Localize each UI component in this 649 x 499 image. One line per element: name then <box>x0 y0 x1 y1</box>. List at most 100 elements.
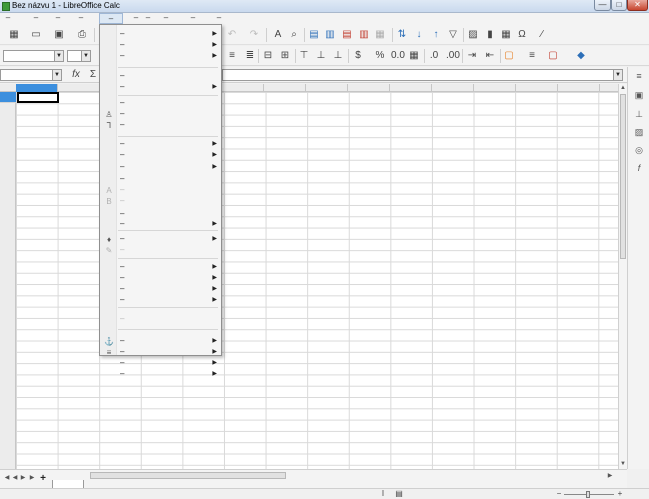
styles-icon[interactable]: ▣ <box>633 89 645 101</box>
decimal-remove-icon[interactable]: .00 <box>446 50 460 62</box>
undo-icon[interactable]: ↶ <box>226 29 238 41</box>
sort-ascending-icon[interactable]: ↓ <box>413 29 425 41</box>
align-left-icon[interactable]: ≡ <box>226 50 238 62</box>
format-menu-item[interactable]: – ▶ <box>100 273 221 284</box>
format-menu-item[interactable]: ✎ – <box>100 245 221 256</box>
date-icon[interactable]: ▦ <box>408 50 420 62</box>
maximize-button[interactable]: □ <box>611 0 627 11</box>
sort-icon[interactable]: ⇅ <box>396 29 408 41</box>
format-menu-item[interactable]: – <box>100 98 221 109</box>
percent-icon[interactable]: % <box>374 50 386 62</box>
format-menu-item[interactable]: – ▶ <box>100 139 221 150</box>
add-sheet-button[interactable]: + <box>39 474 47 484</box>
menu-data[interactable]: – <box>160 13 172 24</box>
format-menu-item[interactable]: – <box>100 71 221 82</box>
bg-color-icon[interactable]: ◆ <box>575 50 587 62</box>
format-menu-item[interactable]: B – <box>100 196 221 207</box>
format-menu-item[interactable]: – <box>100 174 221 185</box>
menu-file[interactable]: – <box>2 13 14 24</box>
last-sheet-icon[interactable]: ▶ <box>28 474 36 483</box>
align-center-icon[interactable]: ⊥ <box>315 50 327 62</box>
format-menu-item[interactable]: – <box>100 314 221 325</box>
format-menu-item[interactable]: – ▶ <box>100 40 221 51</box>
sort-descending-icon[interactable]: ↑ <box>430 29 442 41</box>
export-pdf-icon[interactable]: ⎙ <box>76 29 88 41</box>
special-char-icon[interactable]: Ω <box>516 29 528 41</box>
menu-tools[interactable]: – <box>187 13 199 24</box>
column-header[interactable] <box>432 84 474 92</box>
column-header-a[interactable] <box>16 84 58 92</box>
scroll-up-icon[interactable]: ▲ <box>619 84 627 93</box>
function-wizard-icon[interactable]: fx <box>70 69 82 81</box>
row-headers[interactable] <box>0 92 16 469</box>
spreadsheet-grid[interactable] <box>0 84 618 469</box>
align-bottom-icon[interactable]: ⊥ <box>332 50 344 62</box>
menu-insert[interactable]: – <box>75 13 87 24</box>
properties-icon[interactable]: ≡ <box>633 70 645 82</box>
border-icon[interactable]: ▢ <box>503 50 515 62</box>
row-header-1[interactable] <box>0 92 16 103</box>
column-header[interactable] <box>516 84 558 92</box>
scroll-right-icon[interactable]: ▶ <box>606 472 614 480</box>
new-icon[interactable]: ▦ <box>8 29 20 41</box>
border-color-icon[interactable]: ▢ <box>547 50 559 62</box>
first-sheet-icon[interactable]: ◀ <box>3 474 11 483</box>
format-menu-item[interactable]: ⚓ – ▶ <box>100 336 221 347</box>
next-sheet-icon[interactable]: ▶ <box>19 474 27 483</box>
find-icon[interactable]: A <box>272 29 284 41</box>
open-icon[interactable]: ▭ <box>30 29 42 41</box>
currency-icon[interactable]: $ <box>352 50 364 62</box>
menu-view[interactable]: – <box>52 13 64 24</box>
prev-sheet-icon[interactable]: ◀ <box>11 474 19 483</box>
merge-icon[interactable]: ⊞ <box>279 50 291 62</box>
format-menu-item[interactable]: – ▶ <box>100 369 221 380</box>
number-icon[interactable]: 0.0 <box>391 50 405 62</box>
menu-styles[interactable]: – <box>130 13 142 24</box>
column-header[interactable] <box>58 84 100 92</box>
spellcheck-icon[interactable]: ▦ <box>374 29 386 41</box>
gallery-icon[interactable]: ⊥ <box>633 108 645 120</box>
column-header[interactable] <box>264 84 306 92</box>
wrap-text-icon[interactable]: ⊟ <box>262 50 274 62</box>
chevron-down-icon[interactable]: ▼ <box>613 70 622 80</box>
format-menu-item[interactable]: – ▶ <box>100 29 221 40</box>
find-replace-icon[interactable]: ⌕ <box>288 29 300 41</box>
row-icon[interactable]: ▤ <box>308 29 320 41</box>
functions-icon[interactable]: f <box>633 162 645 174</box>
format-menu-item[interactable]: A – <box>100 185 221 196</box>
chevron-down-icon[interactable]: ▼ <box>52 70 61 80</box>
zoom-in-button[interactable]: + <box>614 489 626 499</box>
format-menu-item[interactable]: – ▶ <box>100 51 221 62</box>
column-header[interactable] <box>558 84 600 92</box>
column-icon[interactable]: ▥ <box>324 29 336 41</box>
font-size-combo[interactable]: ▼ <box>67 50 91 62</box>
insert-rows-icon[interactable]: ▤ <box>341 29 353 41</box>
vertical-scroll-thumb[interactable] <box>620 94 626 259</box>
border-style-icon[interactable]: ≡ <box>526 50 538 62</box>
active-cell-cursor[interactable] <box>17 92 59 103</box>
menu-sheet[interactable]: – <box>142 13 154 24</box>
autofilter-icon[interactable]: ▽ <box>447 29 459 41</box>
insert-cols-icon[interactable]: ▥ <box>358 29 370 41</box>
format-menu-item[interactable]: – ▶ <box>100 358 221 369</box>
indent-decrease-icon[interactable]: ⇤ <box>484 50 496 62</box>
scroll-down-icon[interactable]: ▼ <box>619 460 627 469</box>
image-icon[interactable]: ▨ <box>467 29 479 41</box>
column-header[interactable] <box>306 84 348 92</box>
pivot-icon[interactable]: ▦ <box>500 29 512 41</box>
format-menu-item[interactable]: ♙ – <box>100 109 221 120</box>
close-button[interactable]: ✕ <box>627 0 648 11</box>
indent-increase-icon[interactable]: ⇥ <box>466 50 478 62</box>
format-menu-item[interactable]: – ▶ <box>100 150 221 161</box>
formula-input[interactable]: ▼ <box>222 69 623 81</box>
format-menu-item[interactable]: – ▶ <box>100 162 221 173</box>
format-menu-item[interactable]: – ▶ <box>100 262 221 273</box>
format-menu-item[interactable]: – ▶ <box>100 82 221 93</box>
format-menu-item[interactable]: – ▶ <box>100 295 221 306</box>
chart-icon[interactable]: ▮ <box>484 29 496 41</box>
column-header[interactable] <box>348 84 390 92</box>
zoom-slider-knob[interactable] <box>586 491 590 498</box>
link-icon[interactable]: ∕ <box>536 29 548 41</box>
format-menu-item[interactable]: – ▶ <box>100 284 221 295</box>
sum-icon[interactable]: Σ <box>87 69 99 81</box>
